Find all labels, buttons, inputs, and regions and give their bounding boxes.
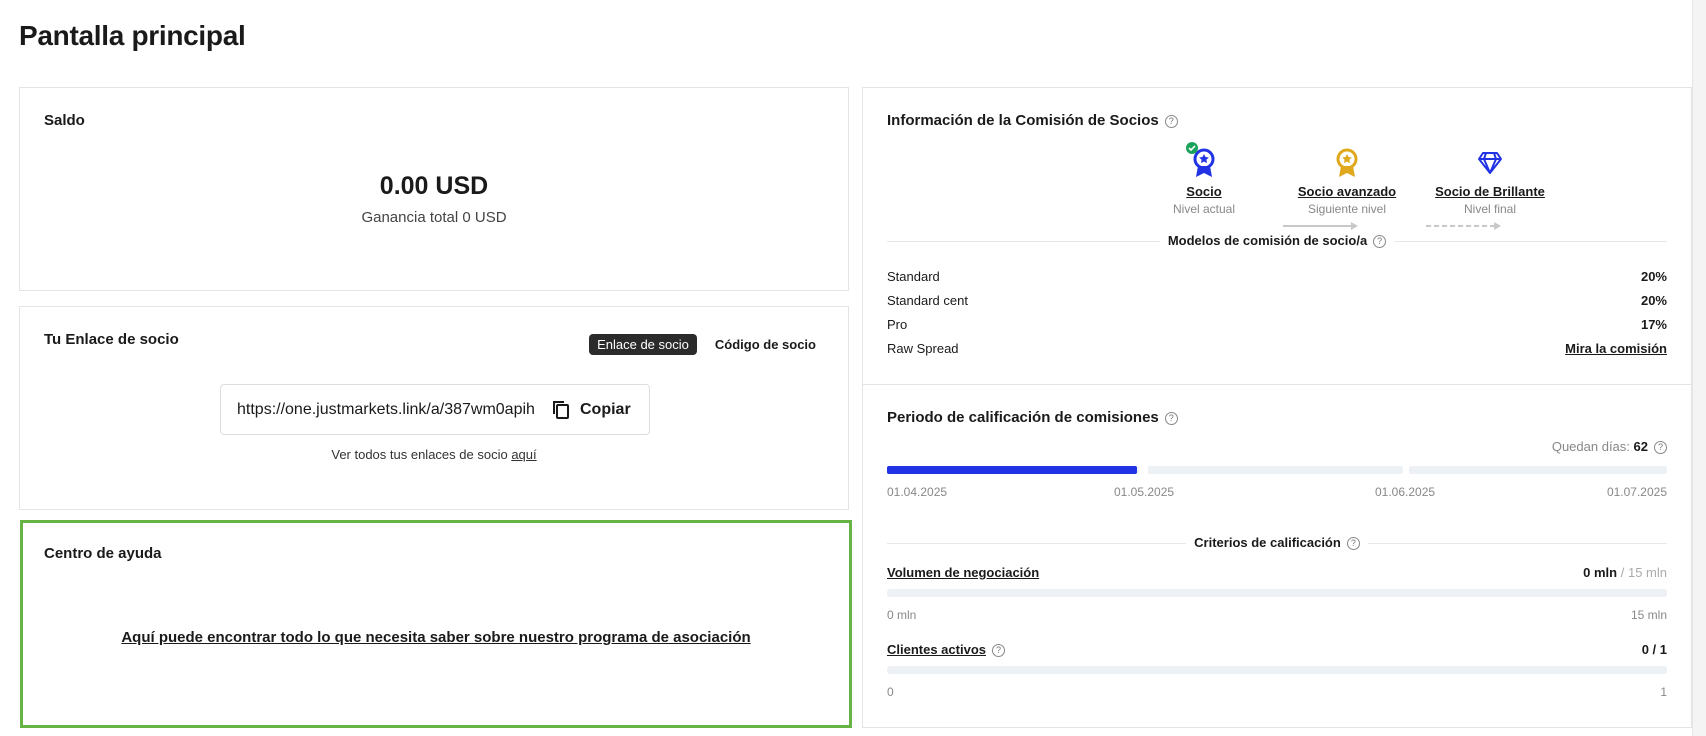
partner-levels: Socio Nivel actual Socio avanzado Siguie…: [863, 142, 1691, 230]
criterion-name[interactable]: Volumen de negociación: [887, 565, 1039, 580]
commission-models-list: Standard 20% Standard cent 20% Pro 17% Raw …: [887, 264, 1667, 360]
criterion-progress-bar: [887, 589, 1667, 597]
commission-title-text: Información de la Comisión de Socios: [887, 112, 1159, 129]
criterion-trading-volume: Volumen de negociación 0 mln / 15 mln 0 …: [887, 565, 1667, 622]
criteria-label-text: Criterios de calificación: [1194, 535, 1341, 550]
model-value: 20%: [1640, 268, 1667, 284]
model-value: 20%: [1640, 292, 1667, 308]
copy-icon: [553, 400, 569, 419]
criterion-min: 0: [887, 685, 894, 700]
level-arrow-dashed: [1426, 222, 1502, 230]
help-icon[interactable]: ?: [1164, 114, 1178, 128]
commission-models-label: Modelos de comisión de socio/a?: [863, 233, 1691, 249]
check-icon: [1186, 142, 1198, 154]
criterion-progress-bar: [887, 666, 1667, 675]
total-earnings: Ganancia total 0 USD: [361, 209, 507, 226]
balance-title: Saldo: [44, 112, 85, 129]
days-remaining: Quedan días: 62?: [1551, 439, 1667, 455]
view-commission-link[interactable]: Mira la comisión: [1565, 341, 1667, 356]
level-name: Socio de Brillante: [1435, 184, 1545, 199]
page-scrollbar[interactable]: [1692, 0, 1706, 736]
criterion-current: 0 mln: [1583, 565, 1618, 580]
criterion-min: 0 mln: [887, 608, 917, 622]
ribbon-medal-gold-icon: [1336, 148, 1358, 177]
model-row: Standard cent 20%: [887, 288, 1667, 312]
model-value: 17%: [1640, 316, 1667, 332]
help-icon[interactable]: ?: [992, 644, 1005, 658]
level-status: Siguiente nivel: [1307, 202, 1387, 216]
help-center-title: Centro de ayuda: [44, 545, 162, 562]
criterion-target: / 15 mln: [1620, 565, 1667, 580]
level-status: Nivel final: [1463, 202, 1517, 216]
criterion-active-clients: Clientes activos? 0 / 1 0 1: [887, 642, 1667, 699]
commission-info-card: Información de la Comisión de Socios? So…: [862, 87, 1692, 384]
days-label: Quedan días:: [1551, 439, 1630, 454]
days-value: 62: [1633, 439, 1648, 454]
help-icon[interactable]: ?: [1346, 537, 1360, 551]
level-brilliant[interactable]: Socio de Brillante Nivel final: [1420, 148, 1560, 216]
help-center-link[interactable]: Aquí puede encontrar todo lo que necesit…: [23, 629, 849, 646]
period-title: Periodo de calificación de comisiones?: [887, 409, 1178, 426]
qualification-period-card: Periodo de calificación de comisiones? Q…: [862, 384, 1692, 728]
partner-link-url[interactable]: https://one.justmarkets.link/a/387wm0api…: [237, 401, 542, 419]
level-name: Socio avanzado: [1297, 184, 1397, 199]
timeline-date: 01.05.2025: [1114, 485, 1175, 499]
commission-models-text: Modelos de comisión de socio/a: [1167, 233, 1368, 248]
partner-link-field[interactable]: https://one.justmarkets.link/a/387wm0api…: [220, 384, 650, 435]
help-icon[interactable]: ?: [1373, 235, 1387, 249]
timeline-segment: [1148, 466, 1403, 474]
tab-partner-link[interactable]: Enlace de socio: [589, 334, 697, 355]
partner-link-title: Tu Enlace de socio: [44, 331, 179, 348]
timeline-date: 01.06.2025: [1375, 485, 1436, 499]
commission-title: Información de la Comisión de Socios?: [887, 112, 1178, 129]
level-status: Nivel actual: [1172, 202, 1236, 216]
criterion-max: 1: [1660, 685, 1667, 700]
timeline-date: 01.04.2025: [887, 485, 948, 499]
timeline-progress: [887, 466, 1137, 474]
model-row: Raw Spread Mira la comisión: [887, 336, 1667, 360]
diamond-icon: [1478, 152, 1502, 174]
criterion-current: 0 / 1: [1641, 642, 1667, 657]
model-row: Pro 17%: [887, 312, 1667, 336]
criteria-label: Criterios de calificación?: [863, 535, 1691, 551]
balance-amount: 0.00 USD: [379, 172, 489, 200]
level-partner[interactable]: Socio Nivel actual: [1134, 142, 1274, 216]
all-links-text: Ver todos tus enlaces de socio: [331, 447, 512, 462]
level-name: Socio: [1186, 184, 1222, 199]
period-timeline: [887, 466, 1667, 474]
criterion-name[interactable]: Clientes activos: [887, 642, 986, 657]
help-icon[interactable]: ?: [1164, 411, 1178, 425]
level-arrow: [1283, 222, 1359, 230]
timeline-date: 01.07.2025: [1606, 485, 1667, 499]
balance-card: Saldo 0.00 USD Ganancia total 0 USD: [19, 87, 849, 291]
model-name: Standard cent: [887, 292, 968, 308]
model-name: Standard: [887, 268, 940, 284]
model-row: Standard 20%: [887, 264, 1667, 288]
tab-partner-code[interactable]: Código de socio: [707, 334, 824, 355]
page-title: Pantalla principal: [19, 20, 246, 51]
model-name: Raw Spread: [887, 340, 959, 356]
link-type-switch: Enlace de socio Código de socio: [589, 334, 824, 355]
model-name: Pro: [887, 316, 908, 332]
period-title-text: Periodo de calificación de comisiones: [887, 409, 1159, 426]
partner-link-card: Tu Enlace de socio Enlace de socio Códig…: [19, 306, 849, 510]
copy-button[interactable]: Copiar: [552, 400, 631, 420]
all-links-link[interactable]: aquí: [511, 447, 536, 462]
all-links-note: Ver todos tus enlaces de socio aquí: [20, 447, 848, 462]
help-center-card: Centro de ayuda Aquí puede encontrar tod…: [20, 520, 852, 728]
help-icon[interactable]: ?: [1654, 441, 1667, 455]
criterion-max: 15 mln: [1630, 608, 1667, 622]
level-advanced[interactable]: Socio avanzado Siguiente nivel: [1277, 148, 1417, 216]
timeline-dates: 01.04.2025 01.05.2025 01.06.2025 01.07.2…: [887, 485, 1667, 501]
timeline-segment: [1409, 466, 1667, 474]
copy-label: Copiar: [580, 400, 631, 418]
